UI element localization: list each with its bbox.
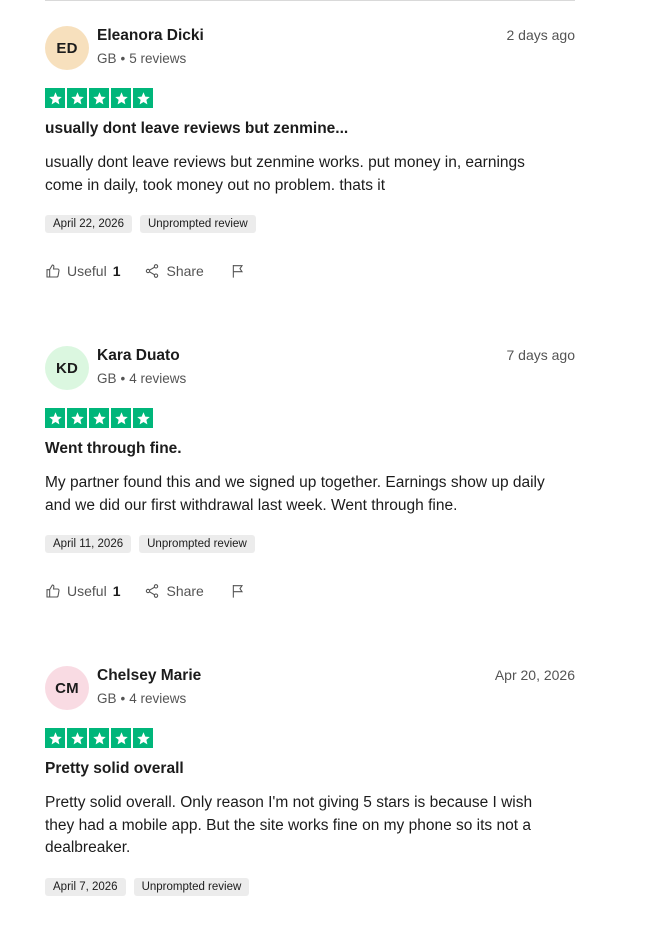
review-actions: Useful 1 Share (45, 583, 575, 599)
star-icon (89, 408, 109, 428)
thumbs-up-icon (46, 584, 60, 598)
unprompted-review-tag[interactable]: Unprompted review (139, 535, 255, 553)
review-date: 2 days ago (506, 27, 576, 43)
reviewer-country: GB (97, 371, 117, 386)
review-tags: April 7, 2026 Unprompted review (45, 877, 575, 896)
review-header: KD Kara Duato GB • 4 reviews 7 days ago (45, 346, 575, 392)
star-icon (133, 728, 153, 748)
review-title[interactable]: Went through fine. (45, 440, 575, 458)
review-actions: Useful 1 Share (45, 263, 575, 279)
star-icon (45, 728, 65, 748)
review-card: ED Eleanora Dicki GB • 5 reviews 2 days ag… (45, 26, 575, 279)
experience-date-tag: April 11, 2026 (45, 535, 132, 553)
review-date: Apr 20, 2026 (494, 667, 575, 683)
star-icon (133, 408, 153, 428)
share-button[interactable]: Share (144, 583, 204, 599)
review-body: My partner found this and we signed up t… (45, 474, 545, 514)
useful-count: 1 (112, 583, 121, 599)
reviewer-country: GB (97, 691, 117, 706)
useful-label: Useful (67, 583, 107, 599)
reviewer-name[interactable]: Kara Duato (97, 347, 180, 365)
useful-button[interactable]: Useful 1 (45, 263, 120, 279)
star-icon (89, 728, 109, 748)
review-body: Pretty solid overall. Only reason I'm no… (45, 794, 533, 856)
review-tags: April 22, 2026 Unprompted review (45, 215, 575, 233)
star-icon (67, 88, 87, 108)
star-icon (67, 728, 87, 748)
report-button[interactable] (230, 263, 246, 279)
reviewer-name[interactable]: Chelsey Marie (97, 667, 201, 685)
star-icon (45, 408, 65, 428)
star-rating (45, 728, 575, 748)
review-card: KD Kara Duato GB • 4 reviews 7 days ago We… (45, 346, 575, 599)
share-icon (146, 584, 159, 598)
thumbs-up-icon (46, 264, 60, 278)
avatar[interactable]: CM (45, 666, 89, 710)
review-title[interactable]: usually dont leave reviews but zenmine..… (45, 120, 575, 138)
review-body: usually dont leave reviews but zenmine w… (45, 154, 525, 194)
experience-date-tag: April 7, 2026 (45, 877, 126, 896)
useful-count: 1 (112, 263, 121, 279)
avatar[interactable]: ED (45, 26, 89, 70)
star-icon (45, 88, 65, 108)
flag-icon (232, 265, 243, 278)
reviewer-meta: GB • 4 reviews (97, 691, 186, 706)
reviewer-review-count: 5 reviews (129, 51, 187, 66)
star-icon (111, 88, 131, 108)
unprompted-review-tag[interactable]: Unprompted review (139, 215, 256, 233)
reviewer-review-count: 4 reviews (129, 371, 187, 386)
review-title[interactable]: Pretty solid overall (45, 760, 575, 778)
share-icon (146, 264, 159, 278)
useful-button[interactable]: Useful 1 (45, 583, 120, 599)
share-label: Share (166, 583, 204, 599)
useful-label: Useful (67, 263, 107, 279)
reviewer-meta: GB • 4 reviews (97, 371, 186, 386)
flag-icon (232, 585, 243, 598)
meta-separator: • (120, 691, 126, 706)
reviewer-meta: GB • 5 reviews (97, 51, 186, 66)
star-icon (89, 88, 109, 108)
review-header: CM Chelsey Marie GB • 4 reviews Apr 20, 20… (45, 666, 575, 712)
report-button[interactable] (230, 583, 246, 599)
review-card: CM Chelsey Marie GB • 4 reviews Apr 20, 20… (45, 666, 575, 896)
top-divider (45, 0, 575, 1)
star-rating (45, 88, 575, 108)
meta-separator: • (120, 371, 126, 386)
share-label: Share (166, 263, 204, 279)
share-button[interactable]: Share (144, 263, 204, 279)
star-icon (111, 408, 131, 428)
star-icon (133, 88, 153, 108)
experience-date-tag: April 22, 2026 (45, 215, 132, 233)
star-icon (111, 728, 131, 748)
review-header: ED Eleanora Dicki GB • 5 reviews 2 days ag… (45, 26, 575, 72)
meta-separator: • (120, 51, 126, 66)
reviewer-review-count: 4 reviews (129, 691, 187, 706)
unprompted-review-tag[interactable]: Unprompted review (133, 877, 250, 896)
reviewer-name[interactable]: Eleanora Dicki (97, 27, 204, 45)
star-icon (67, 408, 87, 428)
review-tags: April 11, 2026 Unprompted review (45, 535, 575, 553)
star-rating (45, 408, 575, 428)
avatar[interactable]: KD (45, 346, 89, 390)
review-date: 7 days ago (506, 347, 576, 363)
reviewer-country: GB (97, 51, 117, 66)
